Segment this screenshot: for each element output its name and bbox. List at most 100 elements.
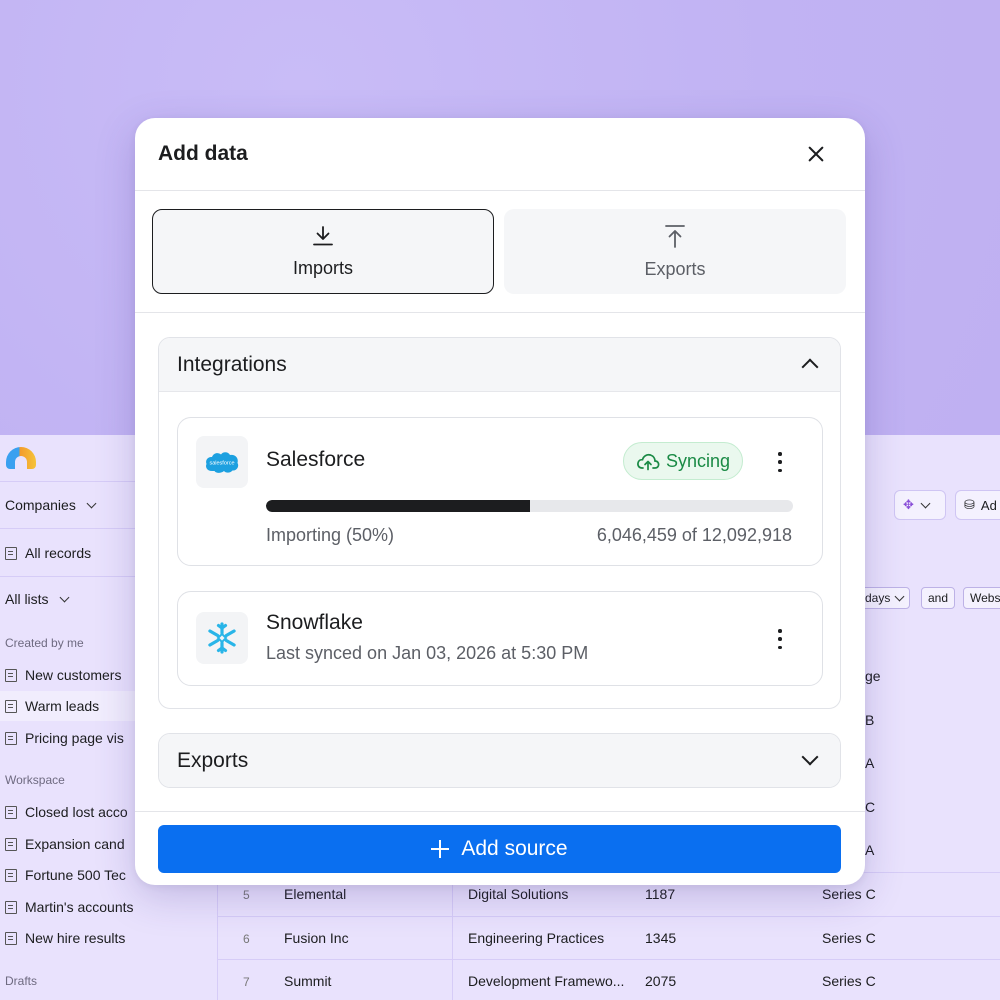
tab-exports[interactable]: Exports xyxy=(504,209,846,294)
import-progress-bar xyxy=(266,500,793,512)
salesforce-logo-text: salesforce xyxy=(209,461,234,467)
sidebar-item-label: Martin's accounts xyxy=(25,899,134,915)
sidebar-item-label: New hire results xyxy=(25,930,126,946)
row-number: 7 xyxy=(243,975,250,989)
list-icon xyxy=(5,668,17,682)
add-source-button[interactable]: Add source xyxy=(158,825,841,873)
sidebar-item-list[interactable]: Fortune 500 Tec xyxy=(5,867,126,883)
footer-divider xyxy=(135,811,865,812)
tab-label: Exports xyxy=(644,259,706,279)
database-icon: ⛁ xyxy=(964,497,975,512)
workspace-selector[interactable]: Companies xyxy=(5,497,97,513)
count-cell: 1187 xyxy=(645,886,676,902)
tab-imports[interactable]: Imports xyxy=(152,209,494,294)
sidebar-item-label: Fortune 500 Tec xyxy=(25,867,126,883)
sparkle-icon: ✥ xyxy=(903,497,914,512)
count-cell: 2075 xyxy=(645,973,677,989)
sidebar-item-list[interactable]: Pricing page vis xyxy=(5,730,124,746)
close-icon[interactable] xyxy=(804,142,828,166)
snowflake-icon xyxy=(208,622,236,654)
stage-cell: C xyxy=(865,799,876,815)
table-row[interactable]: 7 Summit Development Framewo... 2075 Ser… xyxy=(218,959,1000,1000)
list-icon xyxy=(5,805,17,819)
all-lists-toggle[interactable]: All lists xyxy=(5,591,70,607)
exports-title: Exports xyxy=(177,749,249,772)
chevron-up-icon xyxy=(801,358,819,376)
tabs-divider xyxy=(135,312,865,313)
header-divider xyxy=(135,190,865,191)
filter-chip[interactable]: Webs xyxy=(963,587,1000,609)
sidebar-item-list[interactable]: New customers xyxy=(5,667,121,683)
filter-chip[interactable]: days xyxy=(858,587,911,609)
sidebar-item-label: New customers xyxy=(25,667,122,683)
snowflake-logo xyxy=(196,612,248,664)
add-toolbar-label: Ad xyxy=(980,497,997,513)
filter-chip-label: Webs xyxy=(970,591,1000,605)
row-number: 6 xyxy=(243,932,250,946)
integrations-panel: Integrations salesforce Salesforce Synci… xyxy=(158,337,841,709)
list-icon xyxy=(5,837,17,851)
row-number: 5 xyxy=(243,888,250,902)
chevron-down-icon xyxy=(920,498,931,508)
table-row[interactable]: 6 Fusion Inc Engineering Practices 1345 … xyxy=(218,916,1000,960)
sidebar-item-list[interactable]: Expansion cand xyxy=(5,836,125,852)
stage-cell: A xyxy=(865,755,875,771)
section-label-workspace: Workspace xyxy=(5,773,65,787)
progress-count: 6,046,459 of 12,092,918 xyxy=(596,525,792,545)
status-badge-label: Syncing xyxy=(666,450,731,471)
sidebar-item-list[interactable]: Martin's accounts xyxy=(5,899,134,915)
stage-column-header: ge xyxy=(865,668,881,684)
integration-name: Snowflake xyxy=(266,611,363,634)
progress-label: Importing (50%) xyxy=(266,525,395,545)
sidebar-item-label: All records xyxy=(25,545,92,561)
stage-cell: Series C xyxy=(822,973,876,989)
add-data-modal: Add data Imports Exports Integrations sa… xyxy=(135,118,865,885)
stage-cell: Series C xyxy=(822,886,876,902)
snowflake-card: Snowflake Last synced on Jan 03, 2026 at… xyxy=(177,591,823,686)
company-name: Elemental xyxy=(284,886,347,902)
add-toolbar-button[interactable]: ⛁ Ad xyxy=(955,490,1000,520)
chevron-down-icon xyxy=(801,748,819,766)
filter-chip-label: and xyxy=(928,591,949,605)
tab-label: Imports xyxy=(292,258,353,278)
section-label-drafts: Drafts xyxy=(5,974,38,988)
salesforce-logo: salesforce xyxy=(196,436,248,488)
sidebar-item-label: Pricing page vis xyxy=(25,730,124,746)
exports-header[interactable]: Exports xyxy=(159,734,840,787)
sidebar-item-list[interactable]: Closed lost acco xyxy=(5,804,128,820)
view-options-button[interactable]: ✥ xyxy=(894,490,946,520)
category-cell: Digital Solutions xyxy=(468,886,569,902)
category-cell: Engineering Practices xyxy=(468,930,605,946)
filter-chip[interactable]: and xyxy=(921,587,956,609)
integrations-header[interactable]: Integrations xyxy=(159,338,840,392)
upload-icon xyxy=(665,225,685,248)
list-icon xyxy=(5,868,17,882)
sidebar-item-all-records[interactable]: All records xyxy=(5,545,91,561)
sidebar-item-list[interactable]: New hire results xyxy=(5,930,125,946)
company-name: Summit xyxy=(284,973,332,989)
sidebar-item-label: Expansion cand xyxy=(25,836,125,852)
sidebar-item-list[interactable]: Warm leads xyxy=(5,698,99,714)
stage-cell: B xyxy=(865,712,875,728)
chevron-down-icon xyxy=(59,592,70,602)
add-source-label: Add source xyxy=(461,837,568,860)
progress-fill xyxy=(266,500,530,512)
building-icon xyxy=(5,546,17,560)
filter-chip-label: days xyxy=(865,591,891,605)
more-options-icon[interactable] xyxy=(776,629,784,649)
list-icon xyxy=(5,900,17,914)
last-synced-text: Last synced on Jan 03, 2026 at 5:30 PM xyxy=(266,643,589,663)
status-badge: Syncing xyxy=(623,442,744,480)
plus-icon xyxy=(431,840,450,858)
download-icon xyxy=(313,226,333,246)
more-options-icon[interactable] xyxy=(776,452,784,472)
workspace-selector-label: Companies xyxy=(5,497,76,513)
company-name: Fusion Inc xyxy=(284,930,349,946)
category-cell: Development Framewo... xyxy=(468,973,625,989)
count-cell: 1345 xyxy=(645,930,677,946)
exports-panel: Exports xyxy=(158,733,841,788)
all-lists-label: All lists xyxy=(5,591,49,607)
modal-title: Add data xyxy=(158,142,248,165)
salesforce-card: salesforce Salesforce Syncing Importing … xyxy=(177,417,823,566)
column-divider xyxy=(452,875,453,1000)
